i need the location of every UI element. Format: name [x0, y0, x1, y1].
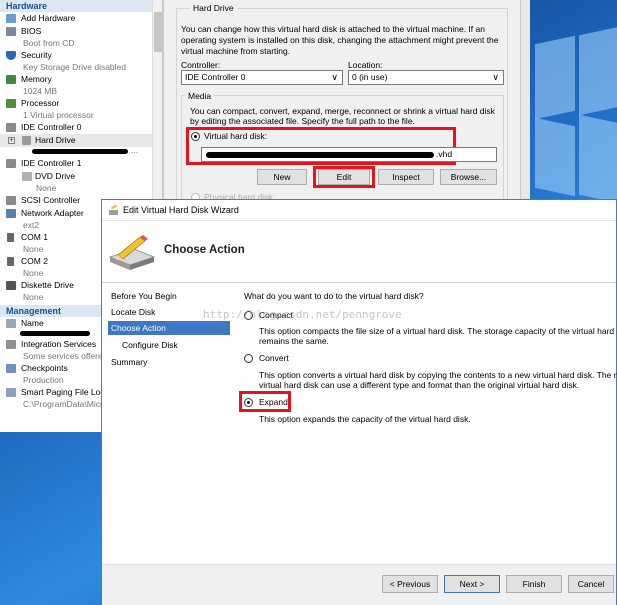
media-line-2: by editing the associated file. Specify …	[190, 116, 415, 126]
inspect-button[interactable]: Inspect	[378, 169, 434, 185]
hard-drive-subtext-suffix: ...	[131, 145, 139, 155]
tree-item-memory[interactable]: Memory	[0, 73, 162, 86]
watermark-text: http://blog.csdn.net/penngrove	[203, 308, 402, 321]
wizard-header: Choose Action	[102, 222, 616, 283]
scrollbar-thumb[interactable]	[154, 12, 162, 52]
previous-button[interactable]: < Previous	[382, 575, 438, 593]
finish-button[interactable]: Finish	[506, 575, 562, 593]
step-summary[interactable]: Summary	[108, 355, 230, 369]
disk-pencil-icon	[108, 235, 156, 270]
chevron-down-icon: ∨	[492, 72, 499, 82]
media-group-title: Media	[185, 91, 215, 101]
hard-drive-icon	[22, 136, 31, 145]
expand-highlight-box	[239, 391, 291, 412]
wizard-footer: < Previous Next > Finish Cancel	[102, 564, 616, 605]
tree-item-add-hardware[interactable]: Add Hardware	[0, 12, 162, 25]
redaction-mark	[206, 152, 434, 158]
wizard-titlebar: Edit Virtual Hard Disk Wizard	[102, 200, 616, 221]
ide-controller-icon	[6, 159, 16, 168]
wizard-page-title: Choose Action	[164, 244, 245, 256]
bios-subtext: Boot from CD	[23, 38, 75, 48]
step-choose-action[interactable]: Choose Action	[108, 321, 230, 335]
compact-desc-2: remains the same.	[259, 336, 329, 346]
integration-services-icon	[6, 340, 16, 349]
tree-item-security[interactable]: Security	[0, 49, 162, 62]
tree-item-ide-controller-1[interactable]: IDE Controller 1	[0, 157, 162, 170]
hard-drive-subtext-row: ...	[0, 145, 162, 157]
edit-highlight-box	[313, 166, 375, 188]
add-hardware-icon	[6, 14, 16, 23]
tree-item-processor[interactable]: Processor	[0, 97, 162, 110]
memory-subtext: 1024 MB	[23, 86, 58, 96]
memory-icon	[6, 75, 16, 84]
dvd-subtext: None	[36, 183, 57, 193]
chevron-down-icon: ∨	[331, 72, 338, 82]
dvd-drive-icon	[22, 172, 32, 181]
wizard-content: What do you want to do to the virtual ha…	[203, 283, 617, 564]
tree-item-bios[interactable]: BIOS	[0, 25, 162, 38]
com-port-icon	[7, 257, 14, 266]
expand-icon[interactable]: +	[8, 137, 15, 144]
checkpoints-icon	[6, 364, 16, 373]
disk-pencil-icon	[109, 205, 118, 215]
hard-drive-settings-panel: Hard Drive You can change how this virtu…	[163, 0, 520, 208]
settings-scrollbar[interactable]	[520, 0, 530, 205]
intro-line-2: operating system is installed on this di…	[181, 35, 499, 45]
edit-vhd-wizard: Edit Virtual Hard Disk Wizard Choose Act…	[101, 199, 617, 605]
browse-button[interactable]: Browse...	[440, 169, 497, 185]
scsi-controller-icon	[6, 196, 16, 205]
convert-label: Convert	[259, 353, 289, 363]
convert-desc-2: virtual hard disk can use a different ty…	[259, 380, 580, 390]
new-button[interactable]: New	[257, 169, 307, 185]
smart-paging-icon	[6, 388, 16, 397]
hardware-section-header: Hardware	[0, 0, 162, 12]
step-configure-disk[interactable]: Configure Disk	[108, 338, 230, 352]
controller-dropdown[interactable]: IDE Controller 0 ∨	[181, 70, 343, 85]
processor-icon	[6, 99, 16, 108]
wizard-title: Edit Virtual Hard Disk Wizard	[123, 205, 239, 215]
cancel-button[interactable]: Cancel	[568, 575, 614, 593]
location-dropdown[interactable]: 0 (in use) ∨	[348, 70, 504, 85]
redaction-mark	[32, 149, 128, 154]
network-adapter-icon	[6, 209, 16, 218]
controller-label: Controller:	[181, 60, 221, 70]
path-suffix: .vhd	[436, 149, 453, 159]
expand-desc-1: This option expands the capacity of the …	[259, 414, 471, 424]
question-text: What do you want to do to the virtual ha…	[244, 291, 424, 301]
com-port-icon	[7, 233, 14, 242]
shield-icon	[6, 51, 16, 60]
next-button[interactable]: Next >	[444, 575, 500, 593]
name-icon	[6, 319, 16, 328]
hard-drive-group-title: Hard Drive	[190, 3, 237, 13]
redaction-mark	[20, 331, 90, 336]
ide-controller-icon	[6, 123, 16, 132]
tree-item-dvd-drive[interactable]: DVD Drive	[0, 170, 162, 183]
diskette-icon	[6, 281, 16, 290]
tree-item-ide-controller-0[interactable]: IDE Controller 0	[0, 121, 162, 134]
wizard-steps-nav: Before You Begin Locate Disk Choose Acti…	[102, 283, 235, 564]
bios-chip-icon	[6, 27, 16, 36]
step-before-you-begin[interactable]: Before You Begin	[108, 289, 230, 303]
intro-line-1: You can change how this virtual hard dis…	[181, 24, 485, 34]
intro-line-3: virtual machine from starting.	[181, 46, 291, 56]
processor-subtext: 1 Virtual processor	[23, 110, 94, 120]
convert-radio[interactable]	[244, 354, 253, 363]
vhd-path-input[interactable]: .vhd	[201, 147, 497, 162]
security-subtext: Key Storage Drive disabled	[23, 62, 127, 72]
location-label: Location:	[348, 60, 383, 70]
